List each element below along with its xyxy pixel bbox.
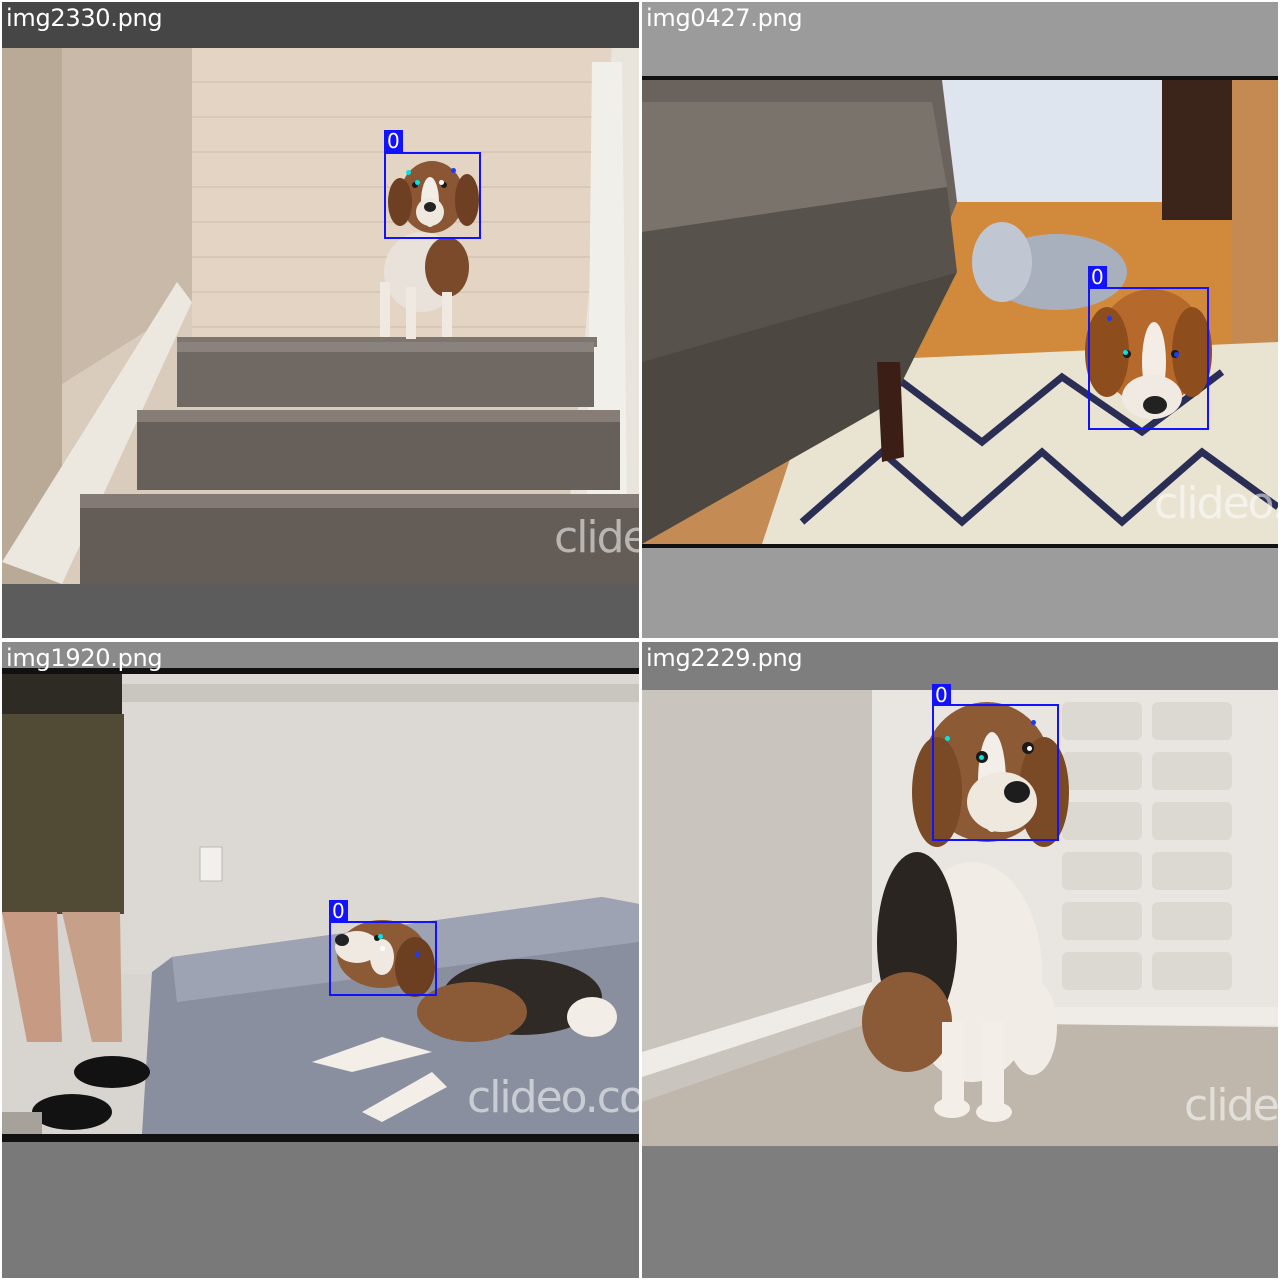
detection-box bbox=[329, 921, 437, 996]
keypoint-nose bbox=[415, 180, 420, 185]
keypoint-left-eye bbox=[979, 755, 984, 760]
keypoint-ear-left bbox=[945, 736, 950, 741]
class-label-tag: 0 bbox=[932, 684, 951, 706]
watermark-text: clide bbox=[554, 512, 639, 563]
tile-img1920: clideo.co img1920.png 0 bbox=[2, 642, 639, 1278]
class-label-tag: 0 bbox=[329, 900, 348, 922]
image-grid: clide img2330.png 0 clideo. img0427.png … bbox=[0, 0, 1280, 1280]
keypoint-right-eye bbox=[1027, 746, 1032, 751]
filename-label: img1920.png bbox=[6, 644, 163, 672]
detection-box bbox=[384, 152, 481, 239]
photo-dog-bed bbox=[2, 642, 639, 1278]
keypoint-left-eye bbox=[378, 934, 383, 939]
watermark-text: clideo. bbox=[1154, 478, 1278, 529]
keypoint-ear-right bbox=[1031, 720, 1036, 725]
watermark-text: clide bbox=[1184, 1080, 1278, 1131]
keypoint-ear bbox=[415, 952, 420, 957]
keypoint-left-eye bbox=[406, 170, 411, 175]
detection-box bbox=[1088, 287, 1209, 430]
keypoint-right-eye bbox=[380, 946, 385, 951]
detection-box bbox=[932, 704, 1059, 841]
photo-stairs bbox=[2, 2, 639, 584]
filename-label: img2330.png bbox=[6, 4, 163, 32]
filename-label: img0427.png bbox=[646, 4, 803, 32]
keypoint-right-eye bbox=[1174, 352, 1179, 357]
filename-label: img2229.png bbox=[646, 644, 803, 672]
keypoint-right-eye bbox=[439, 180, 444, 185]
watermark-text: clideo.co bbox=[467, 1072, 639, 1123]
tile-img2330: clide img2330.png 0 bbox=[2, 2, 639, 638]
keypoint-left-eye bbox=[1123, 350, 1128, 355]
tile-img0427: clideo. img0427.png 0 bbox=[642, 2, 1278, 638]
class-label-tag: 0 bbox=[1088, 266, 1107, 288]
class-label-tag: 0 bbox=[384, 130, 403, 152]
keypoint-ear bbox=[1107, 316, 1112, 321]
keypoint-ear bbox=[451, 168, 456, 173]
tile-img2229: clide img2229.png 0 bbox=[642, 642, 1278, 1278]
